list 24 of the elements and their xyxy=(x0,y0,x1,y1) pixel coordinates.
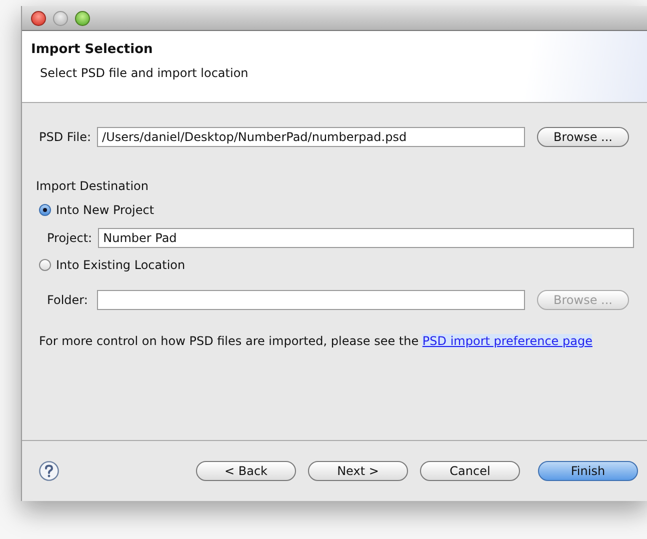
project-field[interactable]: Number Pad xyxy=(98,228,634,248)
page-subtitle: Select PSD file and import location xyxy=(40,66,250,80)
folder-field[interactable] xyxy=(97,290,525,310)
field-label: PSD File: xyxy=(39,130,92,144)
dialog-button[interactable]: Cancel xyxy=(420,461,520,481)
page-title: Import Selection xyxy=(31,42,154,57)
dialog-button[interactable]: < Back xyxy=(196,461,296,481)
browse-button[interactable]: Browse ... xyxy=(537,127,630,147)
section-heading: Import Destination xyxy=(36,179,150,193)
field-label: Project: xyxy=(47,231,92,245)
field-label: Folder: xyxy=(47,293,89,307)
radio-label[interactable]: Into Existing Location xyxy=(56,258,186,272)
zoom-button[interactable] xyxy=(75,10,90,26)
info-text: For more control on how PSD files are imported, please see the PSD import preference page xyxy=(39,334,594,348)
radio-button[interactable] xyxy=(39,204,51,216)
radio-label[interactable]: Into New Project xyxy=(56,203,154,217)
dialog-button[interactable]: Finish xyxy=(538,461,638,481)
help-icon[interactable] xyxy=(39,461,59,481)
psd-file-field[interactable]: /Users/daniel/Desktop/NumberPad/numberpad.psd xyxy=(97,127,526,147)
close-button[interactable] xyxy=(31,10,46,26)
radio-button[interactable] xyxy=(39,259,51,271)
dialog-button[interactable]: Next > xyxy=(308,461,408,481)
preference-link[interactable]: PSD import preference page xyxy=(422,334,592,348)
minimize-button[interactable] xyxy=(53,10,68,26)
